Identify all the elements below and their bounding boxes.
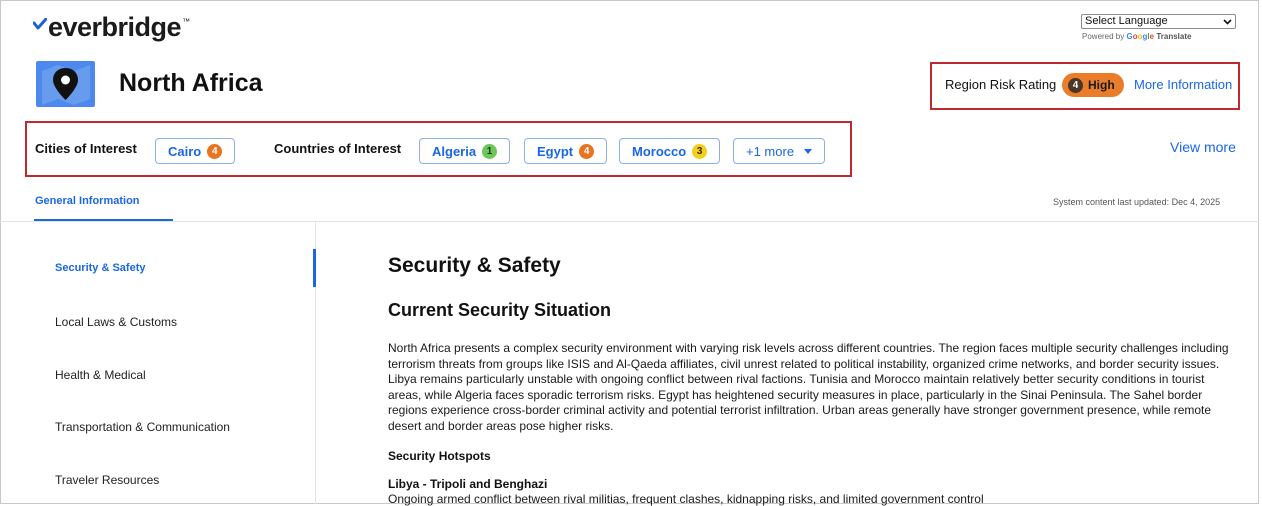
language-select[interactable]: Select Language: [1081, 14, 1236, 29]
sidenav-item-local-laws[interactable]: Local Laws & Customs: [55, 315, 177, 329]
more-countries-label: +1 more: [746, 143, 795, 159]
logo-text: everbridge: [48, 12, 182, 42]
hotspot-description: Ongoing armed conflict between rival mil…: [388, 492, 984, 506]
risk-level-badge: 3: [692, 143, 708, 159]
everbridge-logo[interactable]: everbridge ™: [33, 12, 190, 43]
risk-level-badge: 1: [482, 143, 498, 159]
checkmark-logo-icon: [33, 17, 47, 29]
region-icon-tile: [36, 61, 95, 107]
risk-level-text: High: [1088, 78, 1115, 92]
logo-trademark: ™: [182, 17, 190, 26]
security-situation-paragraph: North Africa presents a complex security…: [388, 341, 1229, 433]
chip-label: Cairo: [168, 143, 202, 159]
google-wordmark[interactable]: Google: [1126, 32, 1154, 41]
hotspot-name: Libya - Tripoli and Benghazi: [388, 477, 548, 491]
sidenav-item-transportation[interactable]: Transportation & Communication: [55, 420, 230, 434]
translate-word: Translate: [1156, 32, 1192, 41]
subsection-heading: Current Security Situation: [388, 300, 612, 320]
powered-by-text: Powered by: [1082, 32, 1125, 41]
risk-rating-label: Region Risk Rating: [945, 77, 1057, 92]
countries-of-interest-label: Countries of Interest: [274, 141, 402, 156]
map-pin-icon: [42, 65, 90, 105]
sidenav-active-indicator: [313, 249, 316, 287]
section-heading: Security & Safety: [388, 254, 561, 277]
risk-level-badge: 4: [207, 143, 223, 159]
cities-of-interest-label: Cities of Interest: [35, 141, 137, 156]
more-countries-dropdown[interactable]: +1 more: [733, 138, 826, 164]
caret-down-icon: [804, 148, 813, 154]
risk-level-badge: 4: [579, 143, 595, 159]
sidenav-item-traveler-resources[interactable]: Traveler Resources: [55, 473, 159, 487]
google-translate-attribution: Powered by Google Translate: [1082, 32, 1191, 41]
risk-rating-badge: 4 High: [1062, 73, 1124, 97]
chevron-down-icon: [1223, 18, 1232, 25]
chip-label: Egypt: [537, 143, 574, 159]
page-title: North Africa: [119, 69, 263, 97]
chip-label: Algeria: [432, 143, 477, 159]
tab-divider: [0, 221, 1259, 222]
tab-general-information[interactable]: General Information: [35, 195, 140, 207]
sidenav-item-health-medical[interactable]: Health & Medical: [55, 368, 146, 382]
chip-label: Morocco: [632, 143, 687, 159]
country-chip-egypt[interactable]: Egypt 4: [524, 138, 608, 164]
country-chip-algeria[interactable]: Algeria 1: [419, 138, 511, 164]
country-chip-morocco[interactable]: Morocco 3: [619, 138, 721, 164]
sidenav-item-security-safety[interactable]: Security & Safety: [55, 262, 145, 274]
risk-level-number: 4: [1068, 77, 1083, 93]
hotspots-heading: Security Hotspots: [388, 449, 491, 463]
more-information-link[interactable]: More Information: [1134, 77, 1232, 92]
city-chip-cairo[interactable]: Cairo 4: [155, 138, 236, 164]
view-more-link[interactable]: View more: [1170, 139, 1236, 155]
language-select-label: Select Language: [1085, 15, 1168, 27]
last-updated-text: System content last updated: Dec 4, 2025: [1053, 197, 1221, 207]
